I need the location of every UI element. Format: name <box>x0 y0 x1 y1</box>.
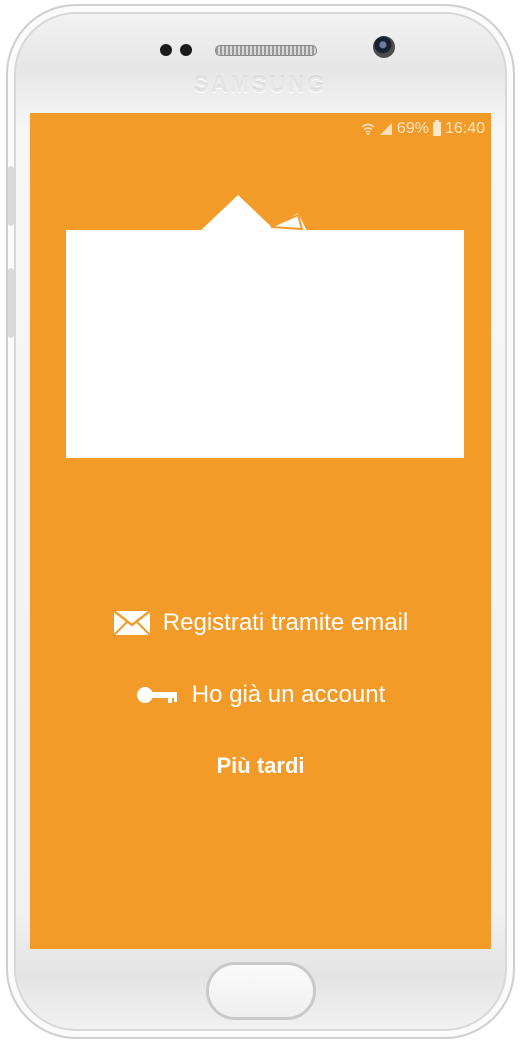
sensor-dot <box>180 44 192 56</box>
sensor-dot <box>160 44 172 56</box>
status-bar: 69% 16:40 <box>361 119 485 139</box>
have-account-label: Ho già un account <box>191 681 386 708</box>
battery-icon <box>432 120 441 136</box>
home-button[interactable] <box>206 962 316 1020</box>
register-email-button[interactable]: Registrati tramite email <box>30 609 491 637</box>
logo-placeholder <box>66 230 464 458</box>
front-camera <box>373 36 395 58</box>
phone-sensors <box>0 36 521 60</box>
wifi-icon <box>361 123 375 136</box>
key-icon <box>136 687 177 703</box>
logo-peak-icon <box>198 195 308 233</box>
register-email-label: Registrati tramite email <box>162 609 409 636</box>
app-logo <box>66 193 464 458</box>
have-account-button[interactable]: Ho già un account <box>30 681 491 709</box>
signal-icon <box>379 123 392 135</box>
status-time: 16:40 <box>444 120 485 137</box>
earpiece-speaker <box>215 45 317 56</box>
envelope-icon <box>113 610 151 636</box>
app-screen: 69% 16:40 Registrati tramite email Ho gi… <box>30 113 491 949</box>
later-label: Più tardi <box>216 753 305 778</box>
later-button[interactable]: Più tardi <box>30 753 491 779</box>
device-brand: SAMSUNG <box>193 72 328 97</box>
volume-button <box>8 268 14 338</box>
volume-button <box>8 166 14 226</box>
battery-percent: 69% <box>396 120 429 137</box>
